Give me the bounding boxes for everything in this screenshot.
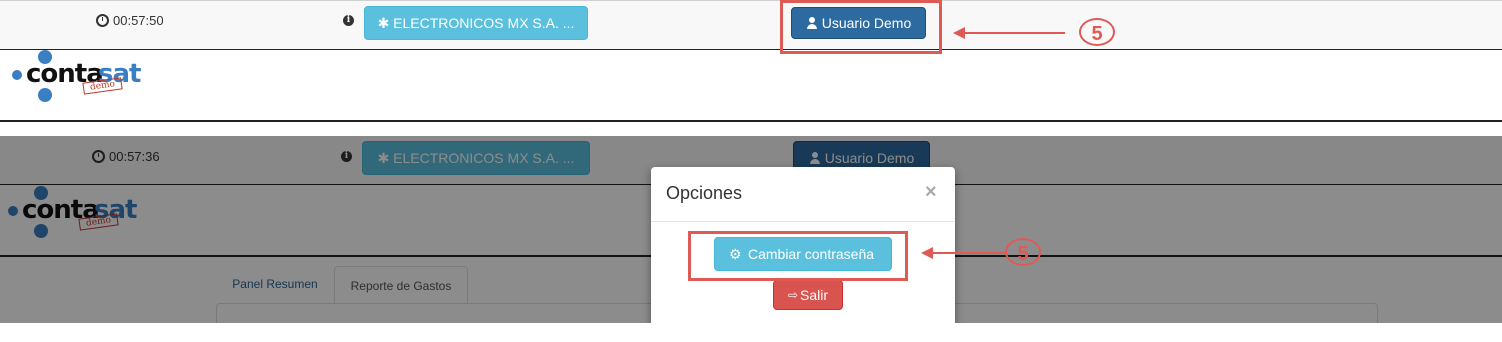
clock-icon [96,14,109,27]
session-timer: 00:57:50 [96,13,164,28]
close-icon[interactable]: × [925,181,937,204]
callout-number: 5 [1079,18,1115,46]
contasat-logo: conta sat demo [8,50,168,102]
divider [0,120,1502,122]
logout-button[interactable]: ⇨ Salir [773,280,843,310]
highlight-box [780,0,942,54]
company-button[interactable]: ✱ ELECTRONICOS MX S.A. ... [364,6,588,40]
company-button-label: ✱ ELECTRONICOS MX S.A. ... [377,14,575,31]
bottom-screenshot-panel: 00:57:36 i ✱ ELECTRONICOS MX S.A. ... Us… [0,136,1502,323]
arrow-line [930,252,1006,254]
sign-out-icon: ⇨ [787,288,799,302]
callout-number: 5 [1005,238,1041,266]
top-screenshot-panel: 00:57:50 i ✱ ELECTRONICOS MX S.A. ... Us… [0,0,1502,124]
logout-label: Salir [800,287,829,303]
info-icon[interactable]: i [343,15,354,26]
top-navbar [0,0,1502,50]
session-timer-value: 00:57:50 [113,13,164,28]
arrow-line [962,32,1065,34]
modal-title: Opciones [666,183,743,203]
modal-header-divider [651,221,955,222]
highlight-box [688,231,908,281]
